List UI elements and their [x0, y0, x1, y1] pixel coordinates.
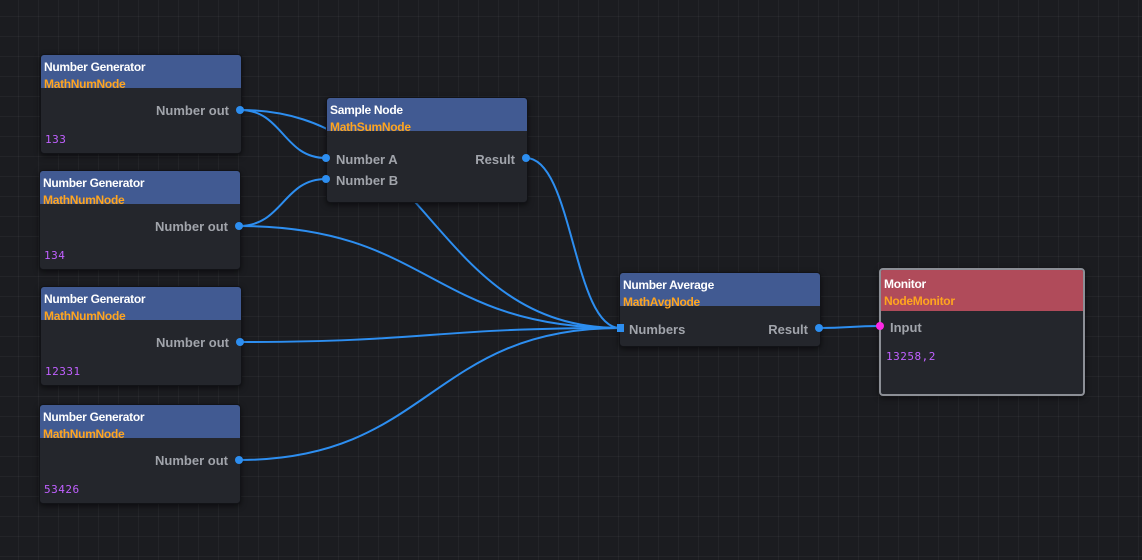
output-port-label: Number out — [155, 219, 228, 234]
wire-avg-to-monitor[interactable] — [818, 325, 881, 329]
number-value[interactable]: 134 — [44, 249, 65, 262]
number-generator-node-3[interactable]: Number Generator MathNumNode Number out … — [40, 286, 242, 386]
node-header[interactable]: Number Generator MathNumNode — [41, 55, 241, 91]
node-title: Number Generator — [43, 176, 145, 190]
monitor-value: 13258,2 — [886, 350, 936, 363]
gen3-output-port[interactable] — [236, 338, 244, 346]
node-type: MathAvgNode — [623, 295, 700, 309]
sample-sum-node[interactable]: Sample Node MathSumNode Number A Number … — [326, 97, 528, 203]
node-header[interactable]: Monitor NodeMonitor — [881, 270, 1083, 311]
node-header[interactable]: Number Generator MathNumNode — [40, 405, 240, 441]
output-port-label: Number out — [156, 335, 229, 350]
node-header[interactable]: Number Generator MathNumNode — [40, 171, 240, 207]
wire-sum-to-avg[interactable] — [525, 157, 621, 329]
gen4-output-port[interactable] — [235, 456, 243, 464]
node-title: Number Generator — [43, 410, 145, 424]
wire-gen2-to-sum-b[interactable] — [238, 178, 327, 227]
monitor-node[interactable]: Monitor NodeMonitor Input 13258,2 — [879, 268, 1085, 396]
node-title: Number Generator — [44, 292, 146, 306]
avg-input-port[interactable] — [617, 324, 624, 332]
number-value[interactable]: 12331 — [45, 365, 81, 378]
node-type: NodeMonitor — [884, 294, 955, 308]
avg-output-port[interactable] — [815, 324, 823, 332]
sum-output-port[interactable] — [522, 154, 530, 162]
output-port-label: Result — [475, 152, 515, 167]
node-header[interactable]: Sample Node MathSumNode — [327, 98, 527, 134]
number-generator-node-1[interactable]: Number Generator MathNumNode Number out … — [40, 54, 242, 154]
input-port-label-a: Number A — [336, 152, 398, 167]
node-header[interactable]: Number Average MathAvgNode — [620, 273, 820, 309]
number-generator-node-4[interactable]: Number Generator MathNumNode Number out … — [39, 404, 241, 504]
input-port-label: Numbers — [629, 322, 686, 337]
output-port-label: Number out — [156, 103, 229, 118]
input-port-label-b: Number B — [336, 173, 399, 188]
node-title: Sample Node — [330, 103, 403, 117]
gen1-output-port[interactable] — [236, 106, 244, 114]
node-title: Number Average — [623, 278, 714, 292]
sum-input-port-b[interactable] — [322, 175, 330, 183]
sum-input-port-a[interactable] — [322, 154, 330, 162]
node-type: MathNumNode — [43, 427, 125, 441]
wire-gen1-to-sum-a[interactable] — [239, 109, 327, 159]
output-port-label: Result — [768, 322, 808, 337]
node-title: Monitor — [884, 277, 926, 291]
number-generator-node-2[interactable]: Number Generator MathNumNode Number out … — [39, 170, 241, 270]
output-port-label: Number out — [155, 453, 228, 468]
gen2-output-port[interactable] — [235, 222, 243, 230]
wire-gen2-to-avg[interactable] — [238, 225, 621, 329]
node-title: Number Generator — [44, 60, 146, 74]
wire-gen4-to-avg[interactable] — [238, 327, 621, 461]
input-port-label: Input — [890, 320, 922, 335]
number-value[interactable]: 53426 — [44, 483, 80, 496]
wire-gen3-to-avg[interactable] — [239, 327, 621, 343]
node-type: MathNumNode — [44, 77, 126, 91]
node-type: MathNumNode — [43, 193, 125, 207]
number-average-node[interactable]: Number Average MathAvgNode Numbers Resul… — [619, 272, 821, 347]
node-header[interactable]: Number Generator MathNumNode — [41, 287, 241, 323]
node-type: MathSumNode — [330, 120, 411, 134]
number-value[interactable]: 133 — [45, 133, 66, 146]
monitor-input-port[interactable] — [876, 322, 884, 330]
node-type: MathNumNode — [44, 309, 126, 323]
